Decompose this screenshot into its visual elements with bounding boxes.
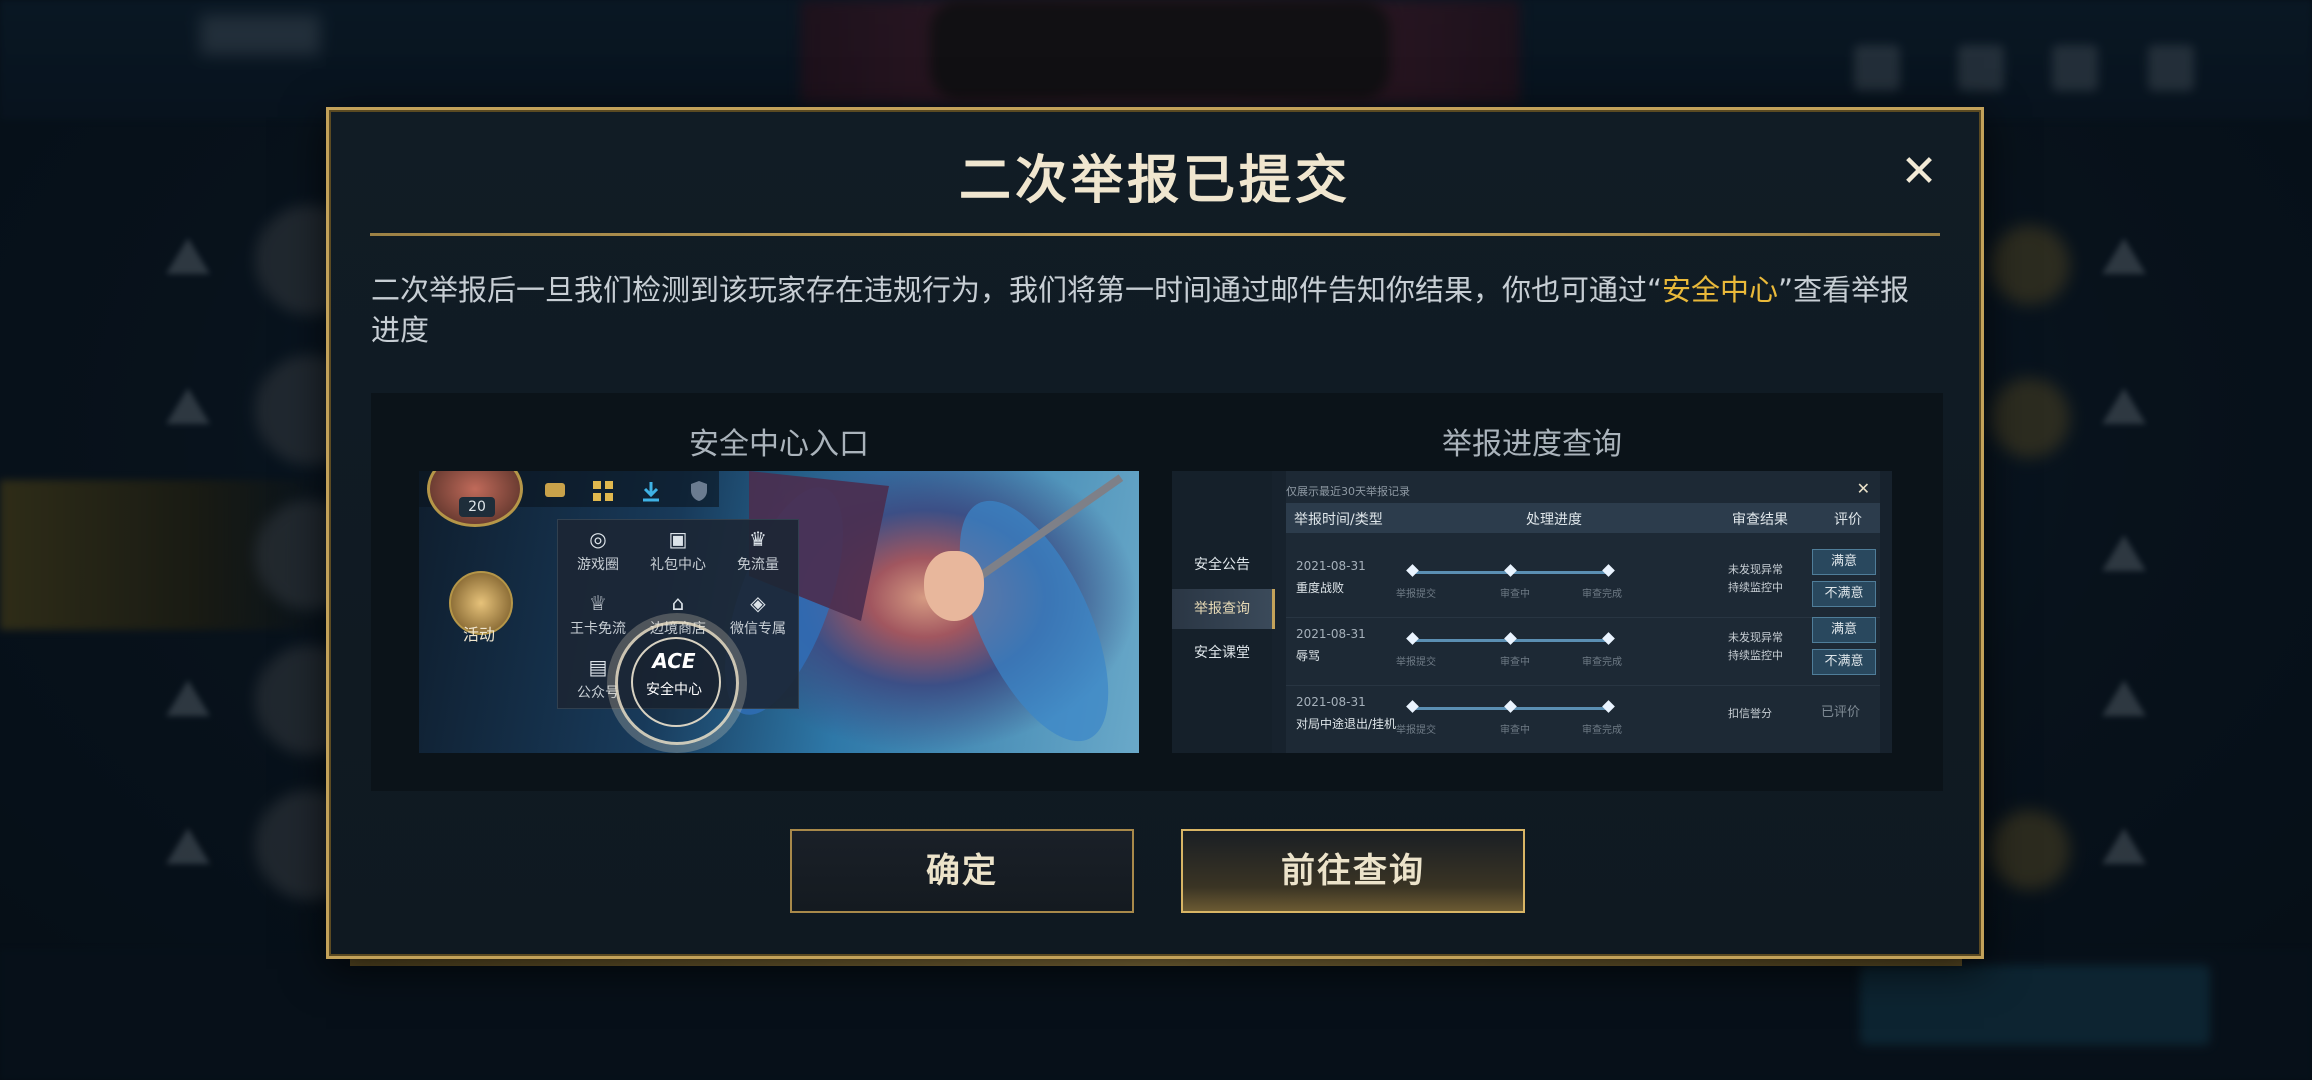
go-query-button[interactable]: 前往查询 xyxy=(1181,829,1525,913)
title-divider xyxy=(370,233,1940,236)
guide-panel: 安全中心入口 举报进度查询 20 活动 ◎ 游戏圈 ▣ 礼包中心 ♛ 免流量 ♕ 王卡免… xyxy=(371,393,1943,791)
menu-item-gift-center: ▣ 礼包中心 xyxy=(650,527,706,573)
row-date: 2021-08-31 xyxy=(1296,695,1366,709)
step-label: 举报提交 xyxy=(1396,725,1436,736)
download-icon xyxy=(643,482,659,502)
row-type: 重度战败 xyxy=(1296,581,1345,595)
step-label: 审查中 xyxy=(1500,657,1530,668)
message-text: 二次举报后一旦我们检测到该玩家存在违规行为，我们将第一时间通过邮件告知你结果，你… xyxy=(371,273,1663,307)
header-result: 审查结果 xyxy=(1732,512,1788,528)
menu-item-wechat: ◈ 微信专属 xyxy=(730,591,786,637)
progress-dot xyxy=(1504,700,1517,713)
king-card-icon: ♕ xyxy=(589,591,607,615)
table-header: 举报时间/类型 处理进度 审查结果 评价 xyxy=(1286,503,1880,533)
game-circle-icon: ◎ xyxy=(589,527,607,551)
step-label: 举报提交 xyxy=(1396,657,1436,668)
row-result: 未发现异常 持续监控中 xyxy=(1728,563,1783,594)
progress-dot xyxy=(1504,632,1517,645)
step-label: 举报提交 xyxy=(1396,589,1436,600)
safety-center-label: 安全中心 xyxy=(646,682,702,698)
dialog-title: 二次举报已提交 xyxy=(958,151,1351,211)
progress-dot xyxy=(1504,564,1517,577)
sidebar-item-announcement: 安全公告 xyxy=(1194,557,1250,573)
table-row: 2021-08-31 辱骂 举报提交 审查中 审查完成 未发现异常 持续监控中 满… xyxy=(1286,617,1880,686)
progress-dot xyxy=(1406,632,1419,645)
progress-dot xyxy=(1406,700,1419,713)
report-submitted-dialog: 二次举报已提交 ✕ 二次举报后一旦我们检测到该玩家存在违规行为，我们将第一时间通… xyxy=(326,107,1984,959)
guide-label-progress: 举报进度查询 xyxy=(1442,427,1622,462)
sidebar-item-safety-class: 安全课堂 xyxy=(1194,645,1250,661)
official-account-icon: ▤ xyxy=(588,655,608,679)
row-type: 对局中途退出/挂机 xyxy=(1296,717,1397,731)
row-date: 2021-08-31 xyxy=(1296,559,1366,573)
sidebar-item-report-query: 举报查询 xyxy=(1172,589,1275,629)
header-progress: 处理进度 xyxy=(1526,512,1582,528)
progress-dot xyxy=(1602,632,1615,645)
step-label: 审查完成 xyxy=(1582,657,1622,668)
step-label: 审查中 xyxy=(1500,589,1530,600)
dialog-shadow-edge xyxy=(350,958,1962,966)
row-result: 扣信誉分 xyxy=(1728,707,1772,720)
rank-icon: ⌂ xyxy=(671,591,685,615)
ace-logo-icon: ACE xyxy=(652,649,696,673)
header-time-type: 举报时间/类型 xyxy=(1294,512,1383,528)
records-note: 仅展示最近30天举报记录 xyxy=(1286,485,1410,498)
unsatisfied-button: 不满意 xyxy=(1812,649,1876,675)
menu-item-game-circle: ◎ 游戏圈 xyxy=(577,527,619,573)
safety-center-link[interactable]: 安全中心 xyxy=(1662,273,1778,307)
progress-dot xyxy=(1602,700,1615,713)
menu-item-king-card: ♕ 王卡免流 xyxy=(570,591,626,637)
rated-label: 已评价 xyxy=(1821,705,1861,720)
chat-icon xyxy=(545,483,565,497)
satisfied-button: 满意 xyxy=(1812,549,1876,575)
close-icon: ✕ xyxy=(1856,479,1870,498)
shot-sidebar: 安全公告 举报查询 安全课堂 xyxy=(1172,471,1275,753)
step-label: 审查完成 xyxy=(1582,725,1622,736)
wechat-icon: ◈ xyxy=(750,591,766,615)
row-result: 未发现异常 持续监控中 xyxy=(1728,631,1783,662)
menu-item-free-data: ♛ 免流量 xyxy=(737,527,779,573)
safety-center-entry-screenshot: 20 活动 ◎ 游戏圈 ▣ 礼包中心 ♛ 免流量 ♕ 王卡免流 ⌂ 边境商店 ◈ 微信专属 … xyxy=(419,471,1139,753)
row-type: 辱骂 xyxy=(1296,649,1321,663)
progress-dot xyxy=(1602,564,1615,577)
gift-icon: ▣ xyxy=(668,527,688,551)
level-badge: 20 xyxy=(459,497,495,517)
crown-icon: ♛ xyxy=(749,527,767,551)
step-label: 审查中 xyxy=(1500,725,1530,736)
table-row: 2021-08-31 重度战败 举报提交 审查中 审查完成 未发现异常 持续监控中… xyxy=(1286,549,1880,618)
dialog-message: 二次举报后一旦我们检测到该玩家存在违规行为，我们将第一时间通过邮件告知你结果，你… xyxy=(371,270,1931,350)
header-rating: 评价 xyxy=(1834,512,1862,528)
guide-label-entry: 安全中心入口 xyxy=(689,427,869,462)
hero-art-face xyxy=(924,551,984,621)
confirm-button[interactable]: 确定 xyxy=(790,829,1134,913)
report-progress-screenshot: 安全公告 举报查询 安全课堂 仅展示最近30天举报记录 ✕ 举报时间/类型 处理… xyxy=(1172,471,1892,753)
activity-label: 活动 xyxy=(462,625,495,644)
close-icon[interactable]: ✕ xyxy=(1897,150,1941,194)
shot-report-table: 仅展示最近30天举报记录 ✕ 举报时间/类型 处理进度 审查结果 评价 2021… xyxy=(1286,471,1880,753)
step-label: 审查完成 xyxy=(1582,589,1622,600)
row-date: 2021-08-31 xyxy=(1296,627,1366,641)
table-row: 2021-08-31 对局中途退出/挂机 举报提交 审查中 审查完成 扣信誉分 … xyxy=(1286,685,1880,753)
unsatisfied-button: 不满意 xyxy=(1812,581,1876,607)
grid-icon xyxy=(593,481,613,501)
progress-dot xyxy=(1406,564,1419,577)
shield-icon xyxy=(691,481,707,501)
satisfied-button: 满意 xyxy=(1812,617,1876,643)
